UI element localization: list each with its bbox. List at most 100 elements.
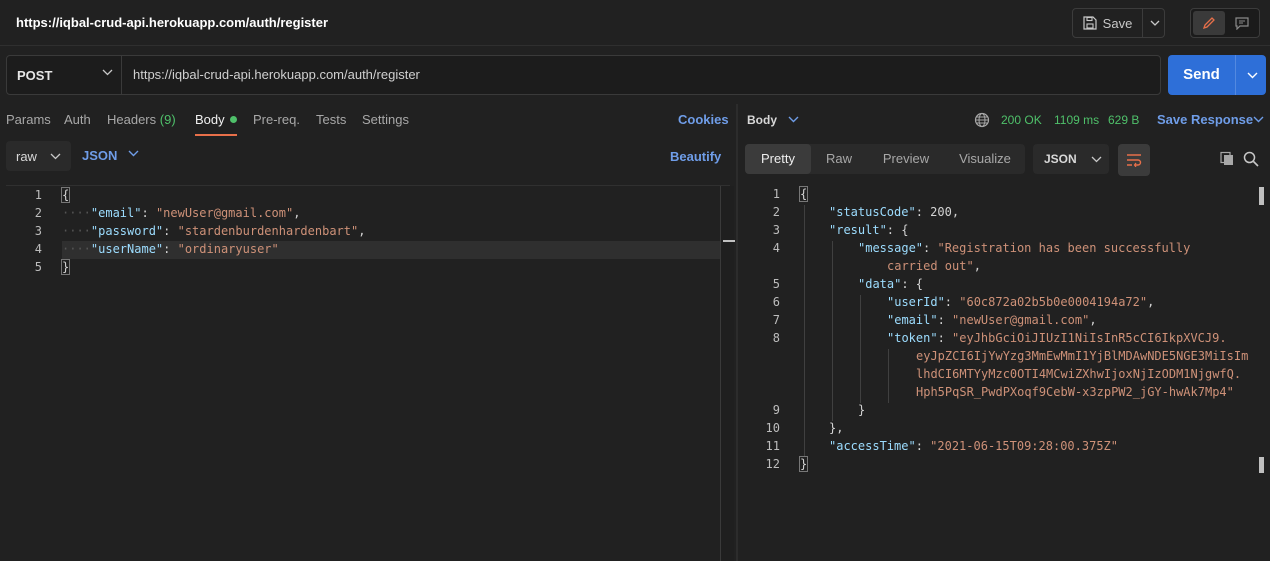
code-line: "data": { <box>858 277 924 291</box>
code-line: } <box>858 403 866 417</box>
indent-guide <box>832 241 833 421</box>
json-key: "message" <box>858 241 924 255</box>
tab-settings[interactable]: Settings <box>362 112 409 127</box>
json-number: 200 <box>930 205 952 219</box>
line-number: 5 <box>772 277 780 291</box>
beautify-button[interactable]: Beautify <box>670 149 721 164</box>
tab-pretty[interactable]: Pretty <box>745 144 811 174</box>
json-brace: } <box>60 259 71 275</box>
code-line: ····"userName": "ordinaryuser" <box>62 242 279 256</box>
globe-icon[interactable] <box>974 112 990 128</box>
json-string: Hph5PqSR_PwdPXoqf9CebW-x3zpPW2_jGY-hwAk7… <box>916 385 1234 399</box>
tab-tests[interactable]: Tests <box>316 112 346 127</box>
send-button[interactable]: Send <box>1168 55 1236 95</box>
body-type-select[interactable]: raw <box>6 141 71 171</box>
code-line: "statusCode": 200, <box>829 205 960 219</box>
line-number: 9 <box>772 403 780 417</box>
tab-prerequest[interactable]: Pre-req. <box>253 112 300 127</box>
response-size[interactable]: 629 B <box>1108 113 1139 127</box>
cookies-link[interactable]: Cookies <box>678 112 729 127</box>
line-number: 6 <box>772 295 780 309</box>
chevron-down-icon <box>50 153 61 160</box>
line-number: 3 <box>34 224 42 238</box>
tab-headers[interactable]: Headers (9) <box>107 112 176 127</box>
response-body-viewer[interactable]: 1 2 3 4 5 6 7 8 9 10 11 12 { "statusCode… <box>738 185 1270 561</box>
code-line: { <box>60 187 71 203</box>
response-pane: Body 200 OK 1109 ms 629 B Save Response … <box>738 104 1270 561</box>
copy-icon[interactable] <box>1219 151 1235 167</box>
request-title[interactable]: https://iqbal-crud-api.herokuapp.com/aut… <box>16 15 328 30</box>
active-tab-indicator <box>195 134 237 136</box>
line-number: 2 <box>772 205 780 219</box>
chevron-down-icon <box>1247 72 1257 78</box>
url-bar: POST https://iqbal-crud-api.herokuapp.co… <box>6 55 1161 95</box>
code-line: "token": "eyJhbGciOiJIUzI1NiIsInR5cCI6Ik… <box>887 331 1227 345</box>
json-key: "result" <box>829 223 887 237</box>
response-section-select[interactable]: Body <box>747 113 777 127</box>
tab-params[interactable]: Params <box>6 112 51 127</box>
save-label: Save <box>1102 15 1133 31</box>
json-string: "ordinaryuser" <box>177 242 279 256</box>
wrap-lines-icon <box>1127 154 1142 167</box>
editor-scrollbar[interactable] <box>720 186 735 561</box>
indent-guide <box>860 295 861 403</box>
json-key: "accessTime" <box>829 439 916 453</box>
json-string: "60c872a02b5b0e0004194a72" <box>959 295 1148 309</box>
json-brace: } <box>798 456 809 472</box>
save-options-button[interactable] <box>1144 9 1165 37</box>
scrollbar-marker <box>1259 187 1264 205</box>
json-key: "token" <box>887 331 938 345</box>
json-string: lhdCI6MTYyMzc0OTI4MCwiZXhwIjoxNjIzODM1Nj… <box>916 367 1242 381</box>
edit-mode-button[interactable] <box>1193 11 1225 35</box>
code-line: Hph5PqSR_PwdPXoqf9CebW-x3zpPW2_jGY-hwAk7… <box>916 385 1234 399</box>
response-view-tabs: Pretty Raw Preview Visualize <box>745 144 1025 174</box>
save-icon <box>1083 16 1097 30</box>
save-button[interactable]: Save <box>1073 9 1143 37</box>
response-format-select[interactable]: JSON <box>1033 144 1109 174</box>
line-number: 2 <box>34 206 42 220</box>
line-number: 11 <box>765 439 780 453</box>
json-brace: { <box>60 187 71 203</box>
json-string: "stardenburdenhardenbart" <box>177 224 359 238</box>
tab-preview[interactable]: Preview <box>867 144 945 174</box>
save-button-group: Save <box>1072 8 1165 38</box>
tab-body-label: Body <box>195 112 225 127</box>
json-string: "newUser@gmail.com" <box>155 206 294 220</box>
line-number: 4 <box>34 242 42 256</box>
line-number: 1 <box>34 188 42 202</box>
tab-raw[interactable]: Raw <box>811 144 867 174</box>
json-key: "email" <box>90 206 142 220</box>
save-response-button[interactable]: Save Response <box>1157 112 1253 127</box>
json-key: "data" <box>858 277 902 291</box>
wrap-lines-button[interactable] <box>1118 144 1150 176</box>
request-body-editor[interactable]: 1 2 3 4 5 { ····"email": "newUser@gmail.… <box>6 185 735 561</box>
top-bar: https://iqbal-crud-api.herokuapp.com/aut… <box>0 0 1270 46</box>
code-line: } <box>60 259 71 275</box>
line-number: 3 <box>772 223 780 237</box>
body-language-select[interactable]: JSON <box>82 141 117 171</box>
line-number: 1 <box>772 187 780 201</box>
tab-body[interactable]: Body <box>195 112 237 127</box>
json-string: eyJpZCI6IjYwYzg3MmEwMmI1YjBlMDAwNDE5NGE3… <box>916 349 1249 363</box>
json-string: "2021-06-15T09:28:00.375Z" <box>930 439 1118 453</box>
json-key: "userId" <box>887 295 945 309</box>
comment-icon <box>1235 17 1249 30</box>
comments-mode-button[interactable] <box>1227 11 1257 35</box>
code-line: lhdCI6MTYyMzc0OTI4MCwiZXhwIjoxNjIzODM1Nj… <box>916 367 1241 381</box>
response-scrollbar[interactable] <box>1256 185 1270 561</box>
line-number: 10 <box>765 421 780 435</box>
tab-auth[interactable]: Auth <box>64 112 91 127</box>
scrollbar-marker <box>1259 457 1264 473</box>
response-status[interactable]: 200 OK <box>1001 113 1042 127</box>
search-icon[interactable] <box>1243 151 1259 167</box>
scrollbar-marker <box>723 240 735 242</box>
request-pane: Params Auth Headers (9) Body Pre-req. Te… <box>0 104 736 561</box>
code-line: } <box>798 456 809 472</box>
response-time[interactable]: 1109 ms <box>1054 113 1099 127</box>
tab-visualize[interactable]: Visualize <box>945 144 1025 174</box>
response-format-value: JSON <box>1044 152 1077 166</box>
url-input[interactable]: https://iqbal-crud-api.herokuapp.com/aut… <box>133 56 420 94</box>
send-options-button[interactable] <box>1238 55 1266 95</box>
tab-headers-label: Headers <box>107 112 157 127</box>
send-button-group: Send <box>1168 55 1266 95</box>
